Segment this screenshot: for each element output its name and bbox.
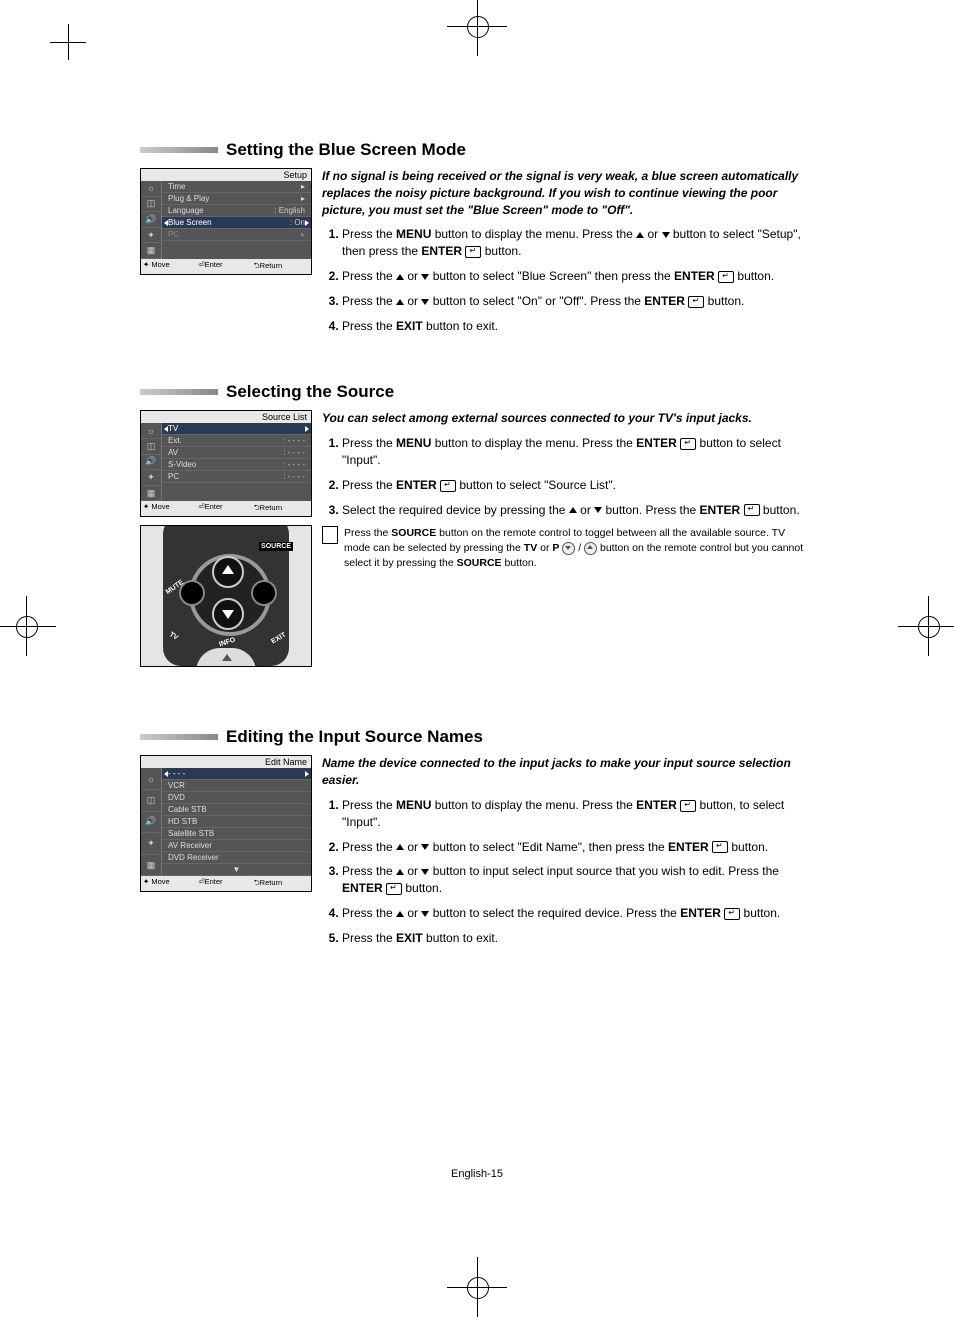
note-source: Press the SOURCE button on the remote co… [322,526,810,570]
osd-setup: Setup ☼◫🔊✦▦ Time▸ Plug & Play▸ Language:… [140,168,312,275]
enter-icon [440,480,456,492]
section-edit-name: Editing the Input Source Names Edit Name… [140,727,810,954]
up-arrow-icon [396,911,404,917]
p-up-icon [584,542,597,555]
up-arrow-icon [396,274,404,280]
heading-bar [140,734,218,740]
enter-icon [688,296,704,308]
up-arrow-icon [396,299,404,305]
up-arrow-icon [636,232,644,238]
steps-edit-name: Press the MENU button to display the men… [322,797,810,947]
enter-icon [724,908,740,920]
enter-icon [680,800,696,812]
enter-icon [680,438,696,450]
remote-control-image: SOURCE MUTE TV INFO EXIT [140,525,312,667]
intro-edit-name: Name the device connected to the input j… [322,755,810,789]
down-arrow-icon [662,232,670,238]
section-selecting-source: Selecting the Source Source List ☼◫🔊✦▦ T… [140,382,810,667]
enter-icon [386,883,402,895]
registration-mark-top [447,0,507,56]
registration-mark-bottom [447,1257,507,1317]
enter-icon [712,841,728,853]
intro-selecting-source: You can select among external sources co… [322,410,810,427]
down-arrow-icon [594,507,602,513]
osd-source-list: Source List ☼◫🔊✦▦ TV Ext.: - - - - AV: -… [140,410,312,517]
osd-edit-name: Edit Name ☼◫🔊✦▦ - - - - VCR DVD Cable ST… [140,755,312,892]
heading-bar [140,389,218,395]
up-arrow-icon [396,869,404,875]
osd-title: Setup [141,169,311,181]
osd-title: Edit Name [141,756,311,768]
heading-edit-name: Editing the Input Source Names [226,727,483,747]
steps-selecting-source: Press the MENU button to display the men… [322,435,810,518]
note-icon [322,526,338,544]
intro-blue-screen: If no signal is being received or the si… [322,168,810,218]
crop-mark-tl [50,24,100,74]
registration-mark-right [898,596,954,656]
enter-icon [718,271,734,283]
steps-blue-screen: Press the MENU button to display the men… [322,226,810,334]
up-arrow-icon [569,507,577,513]
enter-icon [744,504,760,516]
heading-selecting-source: Selecting the Source [226,382,394,402]
p-down-icon [562,542,575,555]
page-footer: English-15 [0,1168,954,1180]
section-blue-screen: Setting the Blue Screen Mode Setup ☼◫🔊✦▦… [140,140,810,342]
up-arrow-icon [396,844,404,850]
osd-title: Source List [141,411,311,423]
registration-mark-left [0,596,56,656]
remote-source-label: SOURCE [259,542,293,551]
heading-bar [140,147,218,153]
heading-blue-screen: Setting the Blue Screen Mode [226,140,466,160]
enter-icon [465,246,481,258]
